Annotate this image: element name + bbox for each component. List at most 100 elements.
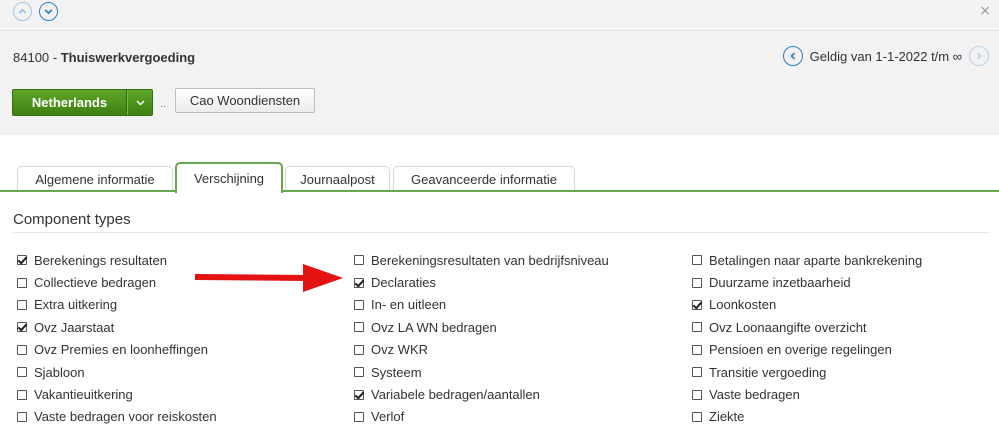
validity-navigator: Geldig van 1-1-2022 t/m ∞	[782, 46, 989, 66]
breadcrumb-dots: ..	[160, 98, 167, 110]
component-checkbox-item[interactable]: Duurzame inzetbaarheid	[692, 271, 922, 293]
checkbox-label: Pensioen en overige regelingen	[709, 342, 892, 358]
checkbox[interactable]	[692, 411, 702, 422]
checkbox[interactable]	[17, 277, 27, 288]
checkbox[interactable]	[354, 277, 364, 288]
checkbox-label: Systeem	[371, 364, 422, 380]
checkbox[interactable]	[17, 389, 27, 400]
cao-button[interactable]: Cao Woondiensten	[175, 88, 315, 113]
checkbox-label: Sjabloon	[34, 364, 85, 380]
checkbox[interactable]	[354, 389, 364, 400]
validity-text: Geldig van 1-1-2022 t/m ∞	[809, 48, 962, 64]
close-icon[interactable]: ×	[979, 3, 991, 19]
component-checkbox-item[interactable]: Loonkosten	[692, 294, 922, 316]
checkbox[interactable]	[354, 411, 364, 422]
caret-down-icon[interactable]	[127, 90, 152, 115]
checkbox[interactable]	[17, 411, 27, 422]
checkbox-label: Vaste bedragen	[709, 387, 800, 403]
checkbox[interactable]	[17, 344, 27, 355]
checkbox[interactable]	[17, 367, 27, 378]
component-checkbox-item[interactable]: Betalingen naar aparte bankrekening	[692, 249, 922, 271]
component-checkbox-item[interactable]: Variabele bedragen/aantallen	[354, 383, 609, 405]
record-code: 84100	[13, 50, 50, 65]
checkbox-label: Duurzame inzetbaarheid	[709, 275, 851, 291]
record-title: 84100 - Thuiswerkvergoeding	[13, 50, 195, 65]
record-name: Thuiswerkvergoeding	[60, 50, 196, 65]
component-checkbox-item[interactable]: Collectieve bedragen	[17, 271, 217, 293]
component-checkbox-item[interactable]: Vakantieuitkering	[17, 383, 217, 405]
checkbox[interactable]	[354, 367, 364, 378]
red-arrow-icon	[195, 264, 343, 292]
tabs-underline	[0, 190, 999, 192]
component-checkbox-item[interactable]: Extra uitkering	[17, 294, 217, 316]
checkbox[interactable]	[692, 367, 702, 378]
checkbox-label: Berekeningsresultaten van bedrijfsniveau	[371, 252, 609, 268]
component-checkbox-item[interactable]: Sjabloon	[17, 361, 217, 383]
checkbox-label: Ovz WKR	[371, 342, 429, 358]
checkbox[interactable]	[692, 255, 702, 266]
chevron-left-icon[interactable]	[782, 46, 803, 66]
component-column-1: Berekenings resultaten Collectieve bedra…	[17, 249, 217, 428]
checkbox[interactable]	[17, 255, 27, 266]
component-checkbox-item[interactable]: Ziekte	[692, 406, 922, 428]
component-checkbox-item[interactable]: Vaste bedragen	[692, 383, 922, 405]
checkbox[interactable]	[692, 322, 702, 333]
component-checkbox-item[interactable]: Ovz WKR	[354, 339, 609, 361]
component-checkbox-item[interactable]: Berekenings resultaten	[17, 249, 217, 271]
component-checkbox-item[interactable]: In- en uitleen	[354, 294, 609, 316]
checkbox-label: Extra uitkering	[34, 297, 118, 313]
checkbox-label: In- en uitleen	[371, 297, 447, 313]
checkbox[interactable]	[692, 299, 702, 310]
component-checkbox-item[interactable]: Ovz Premies en loonheffingen	[17, 339, 217, 361]
tab-label: Journaalpost	[300, 171, 375, 187]
tab-label: Geavanceerde informatie	[411, 171, 557, 187]
component-checkbox-item[interactable]: Pensioen en overige regelingen	[692, 339, 922, 361]
country-button[interactable]: Netherlands	[13, 90, 127, 115]
header-divider	[0, 30, 999, 31]
checkbox[interactable]	[354, 299, 364, 310]
checkbox-label: Ziekte	[709, 409, 745, 425]
component-checkbox-item[interactable]: Transitie vergoeding	[692, 361, 922, 383]
tab-algemene-informatie[interactable]: Algemene informatie	[17, 166, 173, 191]
checkbox[interactable]	[692, 344, 702, 355]
checkbox[interactable]	[354, 344, 364, 355]
country-split-button[interactable]: Netherlands	[12, 89, 153, 116]
component-checkbox-item[interactable]: Systeem	[354, 361, 609, 383]
tab-verschijning[interactable]: Verschijning	[175, 162, 283, 193]
tab-label: Algemene informatie	[35, 171, 155, 187]
component-checkbox-item[interactable]: Ovz LA WN bedragen	[354, 316, 609, 338]
checkbox-label: Vakantieuitkering	[34, 387, 133, 403]
chevron-right-icon[interactable]	[969, 46, 989, 66]
checkbox[interactable]	[354, 255, 364, 266]
component-checkbox-item[interactable]: Berekeningsresultaten van bedrijfsniveau	[354, 249, 609, 271]
checkbox-label: Ovz Jaarstaat	[34, 319, 115, 335]
section-title: Component types	[13, 211, 131, 228]
tab-journaalpost[interactable]: Journaalpost	[285, 166, 390, 191]
component-checkbox-item[interactable]: Declaraties	[354, 271, 609, 293]
checkbox[interactable]	[17, 299, 27, 310]
checkbox-label: Betalingen naar aparte bankrekening	[709, 252, 923, 268]
checkbox-label: Transitie vergoeding	[709, 364, 827, 380]
section-divider	[13, 232, 989, 233]
checkbox-label: Declaraties	[371, 275, 437, 291]
checkbox[interactable]	[692, 277, 702, 288]
chevron-down-icon[interactable]	[39, 2, 58, 21]
checkbox[interactable]	[354, 322, 364, 333]
record-header: × 84100 - Thuiswerkvergoeding Geldig van…	[0, 0, 999, 135]
tab-label: Verschijning	[193, 171, 265, 186]
checkbox-label: Vaste bedragen voor reiskosten	[34, 409, 217, 425]
component-checkbox-item[interactable]: Verlof	[354, 406, 609, 428]
checkbox-label: Ovz LA WN bedragen	[371, 319, 497, 335]
checkbox-label: Berekenings resultaten	[34, 252, 167, 268]
component-column-3: Betalingen naar aparte bankrekening Duur…	[692, 249, 922, 428]
component-checkbox-item[interactable]: Ovz Loonaangifte overzicht	[692, 316, 922, 338]
tab-geavanceerde-informatie[interactable]: Geavanceerde informatie	[393, 166, 575, 191]
chevron-up-icon[interactable]	[13, 2, 32, 21]
component-checkbox-item[interactable]: Ovz Jaarstaat	[17, 316, 217, 338]
checkbox-label: Variabele bedragen/aantallen	[371, 387, 540, 403]
checkbox-label: Ovz Premies en loonheffingen	[34, 342, 208, 358]
checkbox[interactable]	[17, 322, 27, 333]
component-checkbox-item[interactable]: Vaste bedragen voor reiskosten	[17, 406, 217, 428]
checkbox-label: Collectieve bedragen	[34, 275, 157, 291]
checkbox[interactable]	[692, 389, 702, 400]
